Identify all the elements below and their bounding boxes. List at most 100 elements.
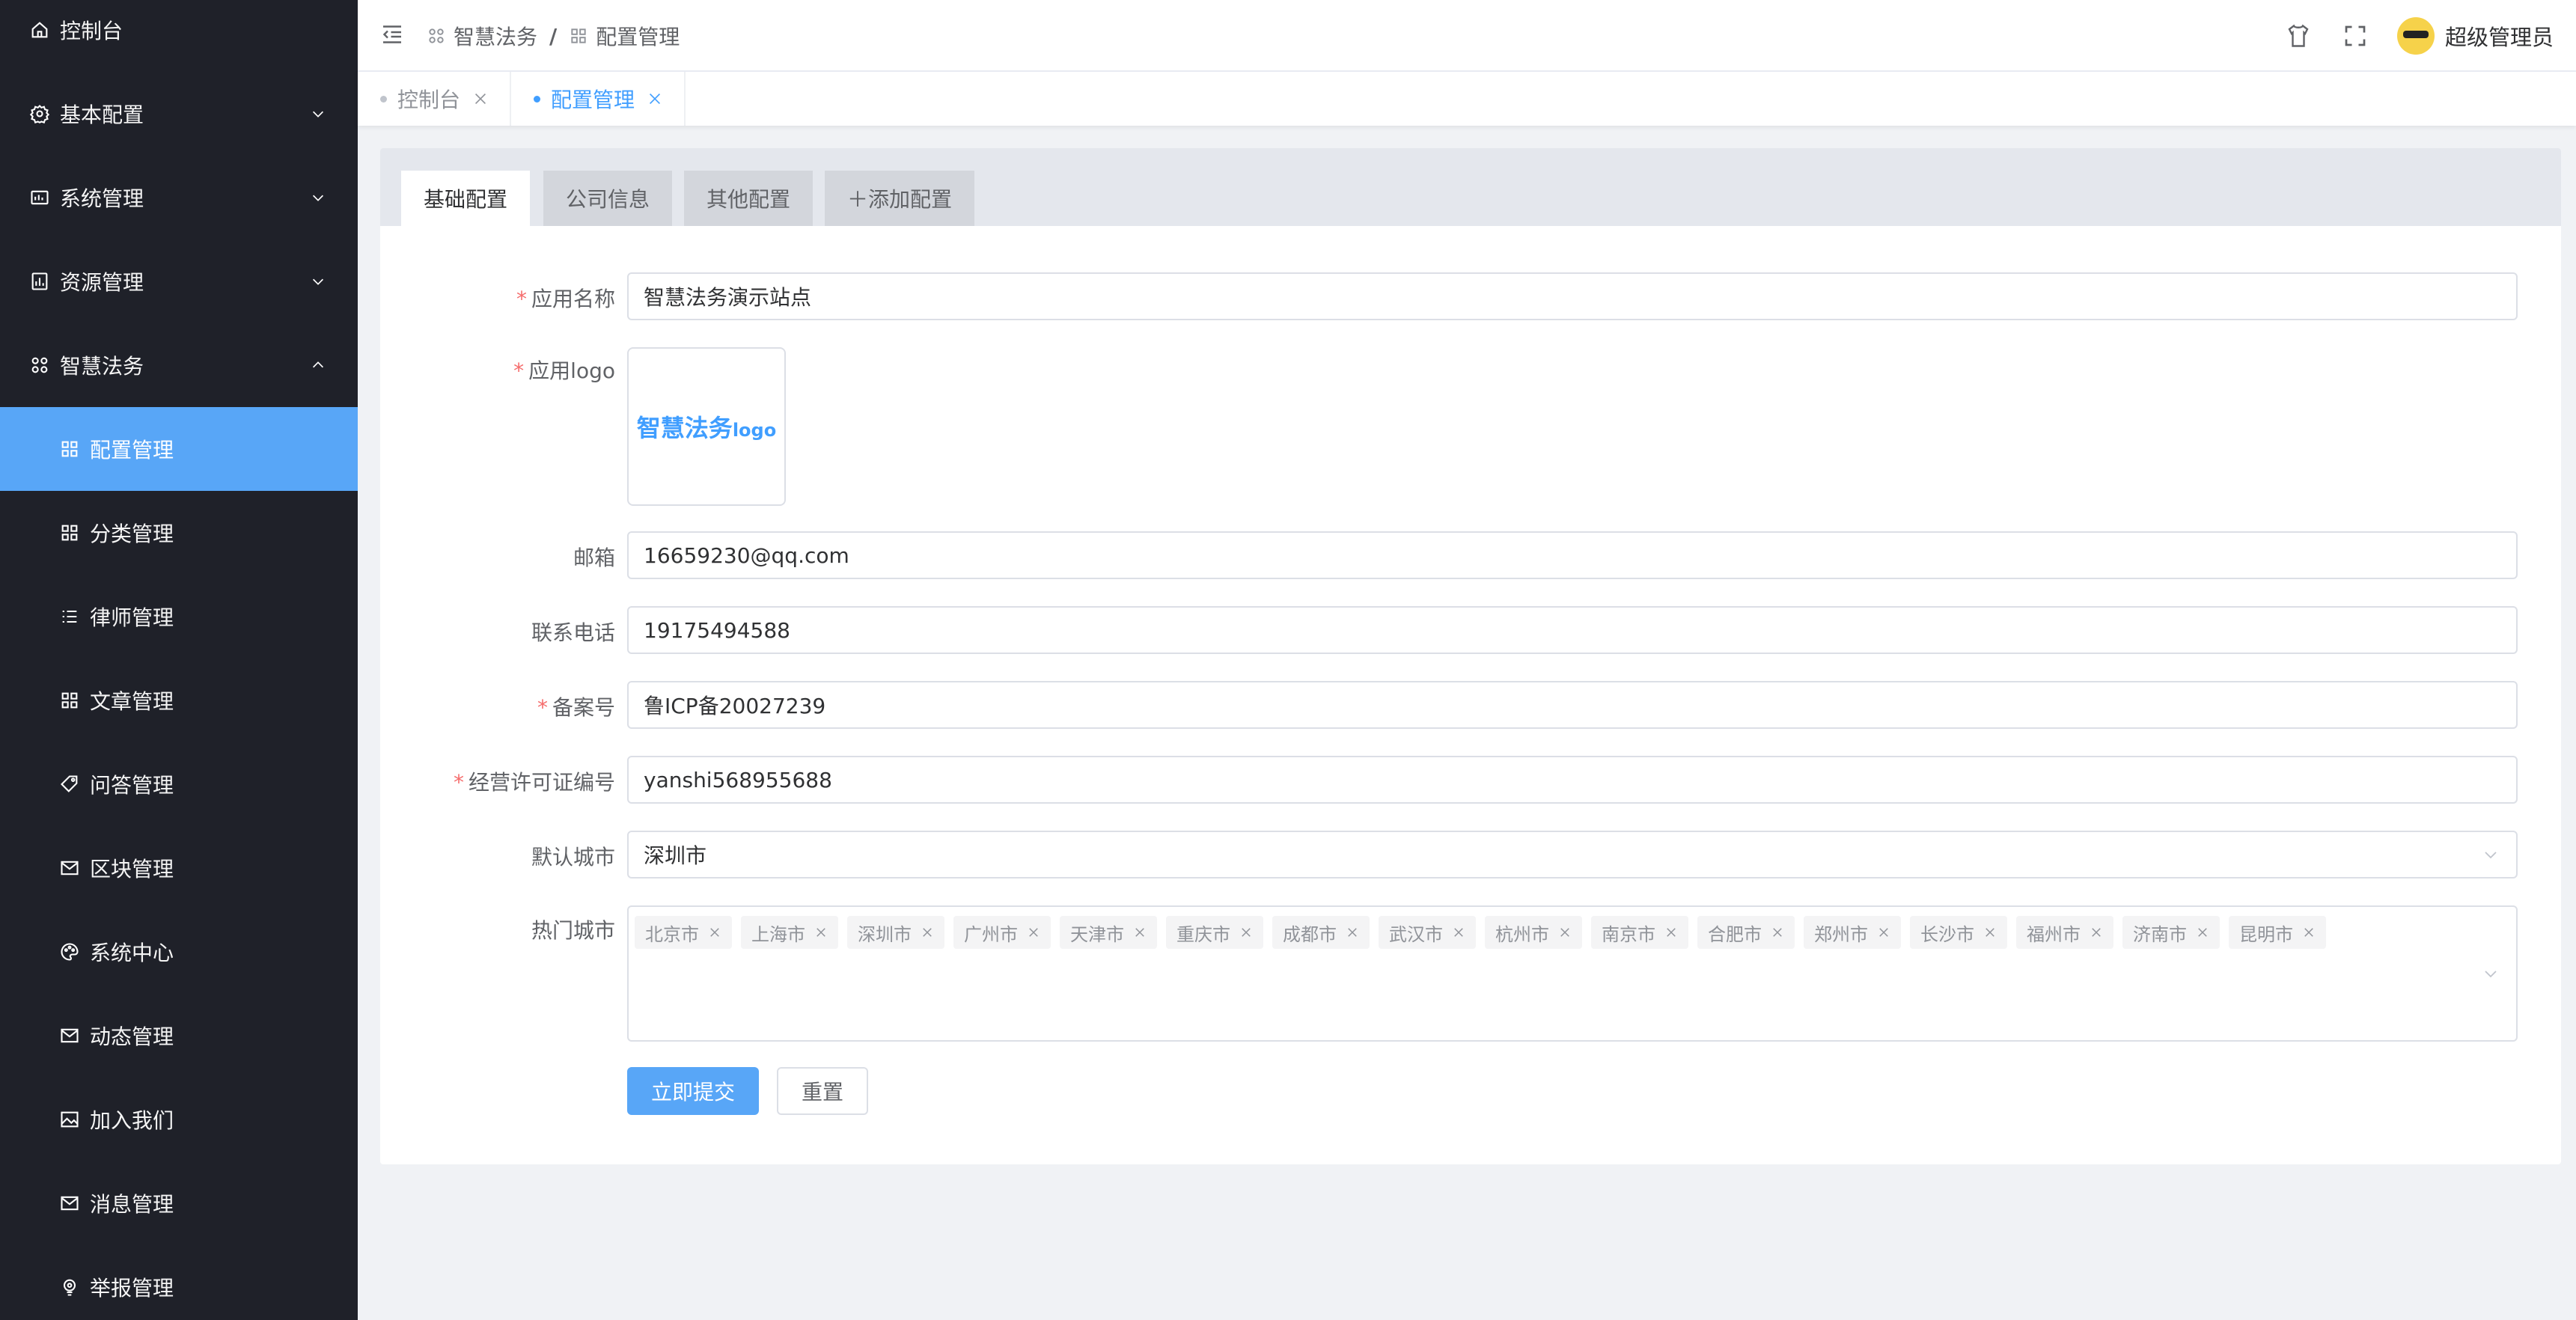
city-tag: 上海市 (741, 916, 838, 949)
sidebar-item-basic-config[interactable]: 基本配置 (0, 72, 358, 156)
tab-company-info[interactable]: 公司信息 (543, 171, 673, 226)
close-icon[interactable] (2302, 926, 2316, 939)
sidebar-item-lawyer-manage[interactable]: 律师管理 (0, 575, 358, 659)
close-icon[interactable] (2196, 926, 2209, 939)
phone-field[interactable]: 19175494588 (627, 606, 2518, 654)
avatar[interactable] (2396, 17, 2435, 55)
close-icon[interactable] (814, 926, 828, 939)
close-icon[interactable] (1771, 926, 1784, 939)
city-tag: 南京市 (1591, 916, 1688, 949)
chevron-down-icon (2485, 971, 2497, 978)
sidebar-item-news-manage[interactable]: 动态管理 (0, 994, 358, 1078)
sidebar-item-label: 智慧法务 (60, 354, 144, 379)
city-tag: 昆明市 (2229, 916, 2326, 949)
city-tag-label: 济南市 (2133, 923, 2187, 945)
grid-icon (58, 438, 81, 460)
sidebar-item-join-us[interactable]: 加入我们 (0, 1078, 358, 1161)
tab-basic-config[interactable]: 基础配置 (401, 171, 531, 226)
city-tag-label: 重庆市 (1176, 923, 1230, 945)
logo-subtext: logo (732, 420, 777, 441)
menu-fold-icon[interactable] (379, 21, 406, 48)
logo-uploader[interactable]: 智慧法务 logo (627, 347, 786, 506)
email-label: 邮箱 (573, 546, 615, 570)
sidebar-item-system[interactable]: 系统管理 (0, 156, 358, 239)
close-icon[interactable] (2090, 926, 2103, 939)
close-icon[interactable] (1452, 926, 1465, 939)
close-icon[interactable] (1664, 926, 1678, 939)
close-icon[interactable] (1027, 926, 1040, 939)
close-icon[interactable] (921, 926, 934, 939)
email-field[interactable]: 16659230@qq.com (627, 531, 2518, 579)
sidebar-item-resources[interactable]: 资源管理 (0, 239, 358, 323)
chevron-down-icon (2485, 852, 2497, 859)
sidebar-item-dashboard[interactable]: 控制台 (0, 0, 358, 72)
sidebar-item-qa-manage[interactable]: 问答管理 (0, 742, 358, 826)
close-icon[interactable] (1239, 926, 1253, 939)
sidebar: 控制台 基本配置 系统管理 资源管理 智慧法务 配置管理 分类管理 律师管理 文… (0, 0, 358, 1320)
tag-dot (534, 95, 541, 103)
hot-cities-multiselect[interactable]: 北京市 上海市 深圳市 广州市 天津市 重庆市 成都市 武汉市 杭州市 南京市 合肥市 郑州市 长沙市 福… (627, 905, 2518, 1042)
theme-shirt-icon[interactable] (2283, 21, 2313, 51)
sidebar-item-label: 举报管理 (90, 1276, 174, 1301)
license-label: * 经营许可证编号 (453, 770, 615, 795)
city-tag-label: 北京市 (645, 923, 699, 945)
gear-icon (28, 103, 51, 125)
sidebar-item-label: 系统管理 (60, 186, 144, 211)
sidebar-item-label: 加入我们 (90, 1108, 174, 1133)
sidebar-item-system-center[interactable]: 系统中心 (0, 910, 358, 994)
close-icon[interactable] (708, 926, 721, 939)
sidebar-item-category-manage[interactable]: 分类管理 (0, 491, 358, 575)
config-card: 基础配置 公司信息 其他配置 ＋添加配置 * 应用名称 智慧法务演示站点 * 应用l… (380, 148, 2561, 1164)
license-field[interactable]: yanshi568955688 (627, 756, 2518, 804)
city-tag-label: 天津市 (1070, 923, 1124, 945)
required-mark: * (516, 287, 527, 311)
mail-icon (58, 1024, 81, 1047)
close-icon[interactable] (1877, 926, 1890, 939)
city-tag-label: 南京市 (1602, 923, 1655, 945)
close-icon[interactable] (1983, 926, 1997, 939)
picture-icon (58, 1108, 81, 1131)
fullscreen-icon[interactable] (2340, 21, 2370, 51)
sidebar-item-label: 消息管理 (90, 1192, 174, 1217)
tab-other-config[interactable]: 其他配置 (684, 171, 814, 226)
close-icon[interactable] (1133, 926, 1147, 939)
sidebar-item-config-manage[interactable]: 配置管理 (0, 407, 358, 491)
username[interactable]: 超级管理员 (2445, 20, 2554, 52)
sidebar-item-report-manage[interactable]: 举报管理 (0, 1245, 358, 1320)
default-city-select[interactable]: 深圳市 (627, 831, 2518, 879)
breadcrumb-item[interactable]: 智慧法务 (427, 21, 537, 51)
reset-button[interactable]: 重置 (777, 1067, 868, 1115)
tag-dashboard[interactable]: 控制台 (358, 72, 512, 126)
chevron-down-icon (312, 278, 324, 285)
close-icon[interactable] (472, 91, 489, 107)
sidebar-item-label: 分类管理 (90, 522, 174, 546)
sidebar-item-label: 律师管理 (90, 605, 174, 630)
submit-button[interactable]: 立即提交 (627, 1067, 759, 1115)
city-tag: 杭州市 (1485, 916, 1582, 949)
sidebar-item-block-manage[interactable]: 区块管理 (0, 826, 358, 910)
close-icon[interactable] (647, 91, 663, 107)
app-logo-label: * 应用logo (513, 358, 615, 383)
sidebar-item-label: 资源管理 (60, 270, 144, 295)
city-tag: 北京市 (635, 916, 732, 949)
grid-icon (58, 522, 81, 544)
city-tag-label: 昆明市 (2239, 923, 2293, 945)
city-tag: 济南市 (2122, 916, 2220, 949)
sidebar-item-message-manage[interactable]: 消息管理 (0, 1161, 358, 1245)
required-mark: * (537, 695, 548, 720)
breadcrumb: 智慧法务 / 配置管理 (427, 0, 680, 72)
chevron-up-icon (312, 361, 324, 368)
icp-field[interactable]: 鲁ICP备20027239 (627, 681, 2518, 729)
city-tag: 天津市 (1060, 916, 1157, 949)
close-icon[interactable] (1346, 926, 1359, 939)
sidebar-item-smart-legal[interactable]: 智慧法务 (0, 323, 358, 407)
sidebar-item-article-manage[interactable]: 文章管理 (0, 659, 358, 742)
tab-add-config[interactable]: ＋添加配置 (825, 171, 975, 226)
close-icon[interactable] (1558, 926, 1572, 939)
city-tag-label: 广州市 (964, 923, 1018, 945)
city-tag: 广州市 (953, 916, 1051, 949)
app-name-input[interactable]: 智慧法务演示站点 (627, 272, 2518, 320)
list-icon (58, 605, 81, 628)
tag-config-manage[interactable]: 配置管理 (511, 72, 686, 126)
required-mark: * (513, 358, 525, 383)
